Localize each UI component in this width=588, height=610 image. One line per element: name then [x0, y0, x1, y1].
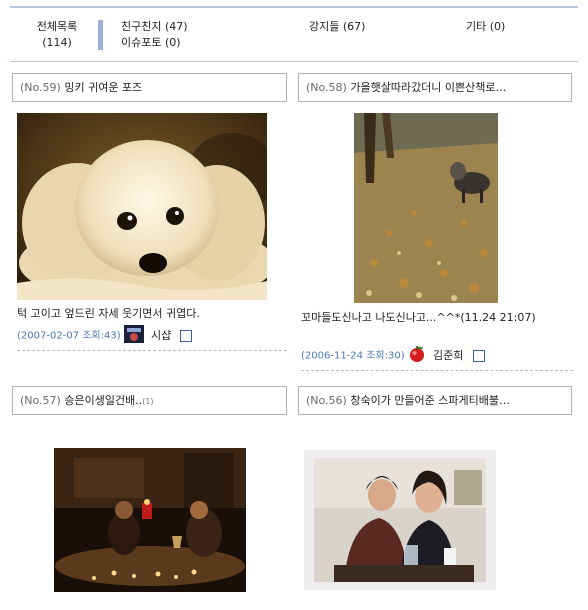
category-all-count: (114) — [42, 36, 72, 49]
post-date-views[interactable]: (2007-02-07 조회:43) — [17, 331, 121, 342]
category-other[interactable]: 기타 (0) — [466, 19, 505, 35]
post-description-58: 꼬마들도신나고 나도신나고...^^*(11.24 21:07) — [301, 311, 536, 324]
post-date-views[interactable]: (2006-11-24 조회:30) — [301, 351, 405, 362]
comment-count: (1) — [142, 397, 154, 406]
author-avatar-icon — [123, 325, 144, 346]
post-title-59[interactable]: (No.59) 밍키 귀여운 포즈 — [12, 73, 287, 102]
post-title-text: 창숙이가 만들어준 스파게티배불… — [350, 394, 511, 407]
post-title-text: 밍키 귀여운 포즈 — [64, 81, 143, 94]
post-title-text: 승은이생일건배.. — [64, 394, 143, 407]
post-title-text: 가을햇살따라갔더니 이쁜산책로… — [350, 81, 507, 94]
post-meta-58: (2006-11-24 조회:30) 김준희 — [301, 345, 485, 362]
select-checkbox[interactable] — [180, 329, 193, 342]
category-all-label: 전체목록 — [36, 20, 78, 33]
post-number: (No.57) — [20, 394, 61, 407]
post-number: (No.59) — [20, 81, 61, 94]
post-title-58[interactable]: (No.58) 가을햇살따라갔더니 이쁜산책로… — [298, 73, 572, 102]
post-author[interactable]: 시샵 — [151, 329, 171, 342]
apple-avatar-icon — [408, 345, 426, 366]
select-checkbox[interactable] — [472, 349, 485, 362]
category-issue-photo[interactable]: 이슈포토 (0) — [121, 35, 181, 51]
post-number: (No.58) — [306, 81, 347, 94]
category-bar: 전체목록 (114) 친구친지 (47) 이슈포토 (0) 강지들 (67) 기… — [10, 6, 578, 62]
post-number: (No.56) — [306, 394, 347, 407]
post-title-57[interactable]: (No.57) 승은이생일건배..(1) — [12, 386, 287, 415]
post-title-56[interactable]: (No.56) 창숙이가 만들어준 스파게티배불… — [298, 386, 572, 415]
category-friends[interactable]: 친구친지 (47) — [121, 19, 188, 35]
category-dogs[interactable]: 강지들 (67) — [309, 19, 365, 35]
post-author[interactable]: 김준희 — [433, 349, 463, 362]
post-meta-59: (2007-02-07 조회:43) 시샵 — [17, 325, 193, 343]
post-description-59: 턱 고이고 엎드린 자세 웃기면서 귀엽다. — [17, 307, 200, 320]
post-separator — [301, 370, 573, 371]
dog-on-autumn-leaves-photo[interactable] — [354, 113, 498, 303]
category-divider — [98, 20, 103, 50]
post-separator — [17, 350, 287, 351]
category-all[interactable]: 전체목록 (114) — [28, 19, 86, 51]
two-women-portrait-photo[interactable] — [304, 450, 496, 590]
white-maltese-dog-photo[interactable] — [17, 113, 267, 300]
candlelight-dinner-photo[interactable] — [54, 448, 246, 592]
